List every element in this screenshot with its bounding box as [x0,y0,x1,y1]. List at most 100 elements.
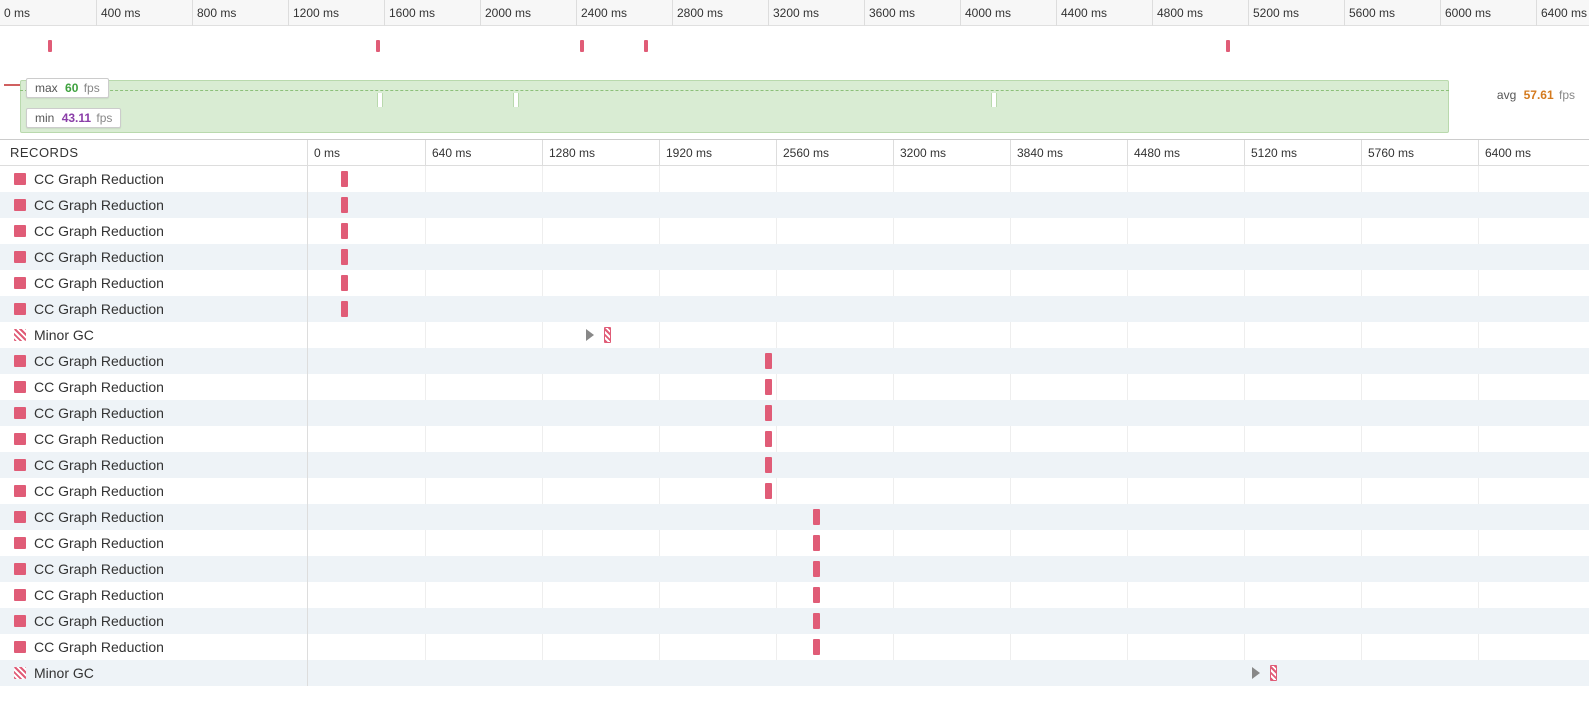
waterfall-row[interactable] [308,608,1589,634]
waterfall-row[interactable] [308,192,1589,218]
record-row[interactable]: CC Graph Reduction [0,556,307,582]
waterfall-row[interactable] [308,556,1589,582]
cc-bar[interactable] [341,301,348,317]
record-row[interactable]: CC Graph Reduction [0,296,307,322]
cc-swatch-icon [14,641,26,653]
waterfall-tick: 0 ms [308,140,425,166]
cc-bar[interactable] [341,223,348,239]
overview-tick: 6000 ms [1440,0,1536,26]
record-row[interactable]: CC Graph Reduction [0,504,307,530]
record-row[interactable]: CC Graph Reduction [0,400,307,426]
record-row[interactable]: CC Graph Reduction [0,348,307,374]
waterfall-ruler: 0 ms640 ms1280 ms1920 ms2560 ms3200 ms38… [308,140,1589,166]
fps-strip[interactable]: max 60 fps min 43.11 fps avg 57.61 fps [0,68,1589,140]
gc-bar[interactable] [604,327,611,343]
record-row[interactable]: Minor GC [0,660,307,686]
fps-dip [377,93,383,107]
cc-bar[interactable] [813,587,820,603]
overview-marker [376,40,380,52]
waterfall-chart[interactable]: 0 ms640 ms1280 ms1920 ms2560 ms3200 ms38… [308,140,1589,686]
record-row[interactable]: CC Graph Reduction [0,452,307,478]
record-label: CC Graph Reduction [34,197,164,213]
record-row[interactable]: CC Graph Reduction [0,608,307,634]
waterfall-row[interactable] [308,452,1589,478]
waterfall-row[interactable] [308,530,1589,556]
waterfall-tick: 6400 ms [1478,140,1589,166]
record-label: CC Graph Reduction [34,353,164,369]
overview-timeline[interactable]: 0 ms400 ms800 ms1200 ms1600 ms2000 ms240… [0,0,1589,68]
cc-bar[interactable] [765,483,772,499]
cc-bar[interactable] [813,509,820,525]
fps-max-badge: max 60 fps [26,78,109,98]
waterfall-row[interactable] [308,348,1589,374]
waterfall-row[interactable] [308,218,1589,244]
waterfall-rows [308,166,1589,686]
waterfall-row[interactable] [308,322,1589,348]
fps-dip [513,93,519,107]
record-row[interactable]: CC Graph Reduction [0,192,307,218]
record-row[interactable]: CC Graph Reduction [0,426,307,452]
record-label: CC Graph Reduction [34,535,164,551]
record-label: Minor GC [34,327,94,343]
waterfall-row[interactable] [308,660,1589,686]
record-row[interactable]: Minor GC [0,322,307,348]
cc-bar[interactable] [765,405,772,421]
waterfall-row[interactable] [308,374,1589,400]
cc-swatch-icon [14,303,26,315]
overview-tick: 4800 ms [1152,0,1248,26]
record-label: CC Graph Reduction [34,457,164,473]
waterfall-row[interactable] [308,270,1589,296]
cc-bar[interactable] [341,171,348,187]
fps-max-label: max [35,81,58,95]
cc-bar[interactable] [765,353,772,369]
cc-bar[interactable] [813,535,820,551]
waterfall-row[interactable] [308,296,1589,322]
record-row[interactable]: CC Graph Reduction [0,244,307,270]
record-row[interactable]: CC Graph Reduction [0,270,307,296]
waterfall-row[interactable] [308,478,1589,504]
waterfall-row[interactable] [308,244,1589,270]
gc-bar[interactable] [1270,665,1277,681]
overview-tick: 4400 ms [1056,0,1152,26]
record-label: CC Graph Reduction [34,613,164,629]
cc-swatch-icon [14,173,26,185]
waterfall: RECORDS CC Graph ReductionCC Graph Reduc… [0,140,1589,686]
fps-graph [20,80,1449,133]
cc-bar[interactable] [765,457,772,473]
waterfall-row[interactable] [308,582,1589,608]
overview-tick: 1600 ms [384,0,480,26]
waterfall-tick: 1920 ms [659,140,776,166]
record-row[interactable]: CC Graph Reduction [0,478,307,504]
record-row[interactable]: CC Graph Reduction [0,530,307,556]
cc-bar[interactable] [813,561,820,577]
cc-bar[interactable] [341,275,348,291]
waterfall-row[interactable] [308,426,1589,452]
overview-tick: 1200 ms [288,0,384,26]
expand-icon[interactable] [1252,667,1260,679]
waterfall-tick: 2560 ms [776,140,893,166]
fps-min-badge: min 43.11 fps [26,108,121,128]
cc-bar[interactable] [341,249,348,265]
record-label: CC Graph Reduction [34,561,164,577]
record-label: CC Graph Reduction [34,639,164,655]
cc-bar[interactable] [813,613,820,629]
cc-bar[interactable] [813,639,820,655]
waterfall-row[interactable] [308,504,1589,530]
record-row[interactable]: CC Graph Reduction [0,166,307,192]
cc-bar[interactable] [341,197,348,213]
record-row[interactable]: CC Graph Reduction [0,374,307,400]
cc-swatch-icon [14,381,26,393]
waterfall-row[interactable] [308,634,1589,660]
cc-bar[interactable] [765,379,772,395]
expand-icon[interactable] [586,329,594,341]
fps-avg-label: avg [1497,88,1516,102]
cc-swatch-icon [14,459,26,471]
waterfall-row[interactable] [308,400,1589,426]
record-row[interactable]: CC Graph Reduction [0,582,307,608]
cc-bar[interactable] [765,431,772,447]
waterfall-tick: 3200 ms [893,140,1010,166]
record-row[interactable]: CC Graph Reduction [0,218,307,244]
record-row[interactable]: CC Graph Reduction [0,634,307,660]
waterfall-row[interactable] [308,166,1589,192]
record-label: CC Graph Reduction [34,379,164,395]
